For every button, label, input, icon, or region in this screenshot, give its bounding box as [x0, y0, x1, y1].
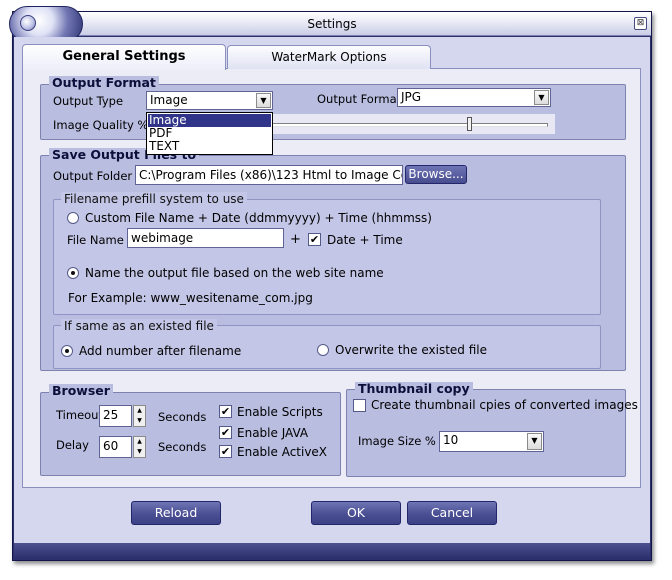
overwrite-radio[interactable]	[317, 344, 329, 356]
delay-spinner[interactable]: ▲ ▼	[133, 436, 146, 458]
output-type-select[interactable]: Image ▼	[146, 91, 273, 110]
image-quality-slider-track[interactable]	[270, 123, 548, 127]
browser-group-title: Browser	[49, 384, 113, 398]
enable-scripts-label: Enable Scripts	[237, 405, 323, 419]
add-number-radio[interactable]	[61, 345, 73, 357]
site-name-radio[interactable]	[67, 267, 79, 279]
output-folder-input[interactable]: C:\Program Files (x86)\123 Html to Image…	[135, 165, 403, 185]
image-quality-label: Image Quality %	[53, 118, 149, 132]
enable-java-label: Enable JAVA	[237, 426, 309, 440]
thumbnail-group-title: Thumbnail copy	[355, 382, 473, 396]
output-format-select[interactable]: JPG ▼	[397, 88, 551, 107]
radio-selected-dot-icon	[71, 271, 75, 275]
close-button[interactable]: ⊠	[634, 17, 647, 30]
enable-java-checkbox[interactable]: ✔	[219, 426, 232, 439]
output-format-group-title: Output Format	[49, 76, 159, 90]
window-bottom-edge	[14, 543, 650, 559]
output-format-label: Output Format	[317, 92, 402, 106]
spin-down-icon[interactable]: ▼	[134, 416, 145, 426]
site-name-radio-label: Name the output file based on the web si…	[85, 266, 384, 280]
image-quality-slider-thumb[interactable]	[466, 117, 472, 131]
output-type-option-text[interactable]: TEXT	[148, 140, 271, 153]
spin-down-icon[interactable]: ▼	[134, 447, 145, 457]
cancel-button[interactable]: Cancel	[407, 501, 497, 525]
spin-up-icon[interactable]: ▲	[134, 406, 145, 416]
system-menu-dot-icon	[20, 15, 36, 31]
chevron-down-icon[interactable]: ▼	[534, 90, 549, 105]
image-size-label: Image Size %	[358, 434, 436, 448]
delay-seconds-label: Seconds	[158, 440, 207, 454]
output-type-value: Image	[150, 93, 188, 107]
timeout-seconds-label: Seconds	[158, 410, 207, 424]
date-time-checkbox-label: Date + Time	[327, 233, 403, 247]
tab-watermark-options[interactable]: WaterMark Options	[227, 45, 431, 69]
chevron-down-icon[interactable]: ▼	[527, 433, 542, 450]
output-folder-label: Output Folder	[53, 169, 133, 183]
custom-filename-radio-label: Custom File Name + Date (ddmmyyyy) + Tim…	[85, 211, 432, 225]
tab-general-settings[interactable]: General Settings	[22, 44, 226, 70]
output-type-label: Output Type	[53, 94, 124, 108]
timeout-input[interactable]: 25	[99, 405, 132, 427]
enable-activex-checkbox[interactable]: ✔	[219, 445, 232, 458]
timeout-label: Timeout	[56, 408, 103, 422]
radio-selected-dot-icon	[65, 349, 69, 353]
chevron-down-icon[interactable]: ▼	[256, 93, 271, 108]
output-format-value: JPG	[401, 90, 422, 104]
plus-sign: +	[290, 232, 301, 247]
add-number-radio-label: Add number after filename	[79, 344, 242, 358]
window-title: Settings	[307, 17, 357, 31]
file-name-input[interactable]: webimage	[127, 228, 284, 248]
example-text: For Example: www_wesitename_com.jpg	[68, 291, 313, 305]
date-time-checkbox[interactable]: ✔	[308, 233, 321, 246]
file-name-label: File Name	[67, 233, 124, 247]
enable-activex-label: Enable ActiveX	[237, 445, 328, 459]
browse-button[interactable]: Browse...	[405, 165, 467, 184]
delay-input[interactable]: 60	[99, 436, 132, 458]
image-size-value: 10	[443, 433, 459, 447]
timeout-spinner[interactable]: ▲ ▼	[133, 405, 146, 427]
enable-scripts-checkbox[interactable]: ✔	[219, 405, 232, 418]
overwrite-radio-label: Overwrite the existed file	[335, 343, 488, 357]
ok-button[interactable]: OK	[311, 501, 401, 525]
spin-up-icon[interactable]: ▲	[134, 437, 145, 447]
delay-label: Delay	[56, 438, 89, 452]
reload-button[interactable]: Reload	[131, 501, 221, 525]
existing-file-group-title: If same as an existed file	[61, 319, 217, 333]
output-type-dropdown-list: Image PDF TEXT	[146, 112, 273, 155]
create-thumbnail-checkbox[interactable]	[353, 399, 366, 412]
image-size-select[interactable]: 10 ▼	[439, 431, 544, 452]
filename-prefill-group-title: Filename prefill system to use	[61, 192, 247, 206]
custom-filename-radio[interactable]	[67, 212, 79, 224]
create-thumbnail-label: Create thumbnail cpies of converted imag…	[371, 398, 638, 412]
